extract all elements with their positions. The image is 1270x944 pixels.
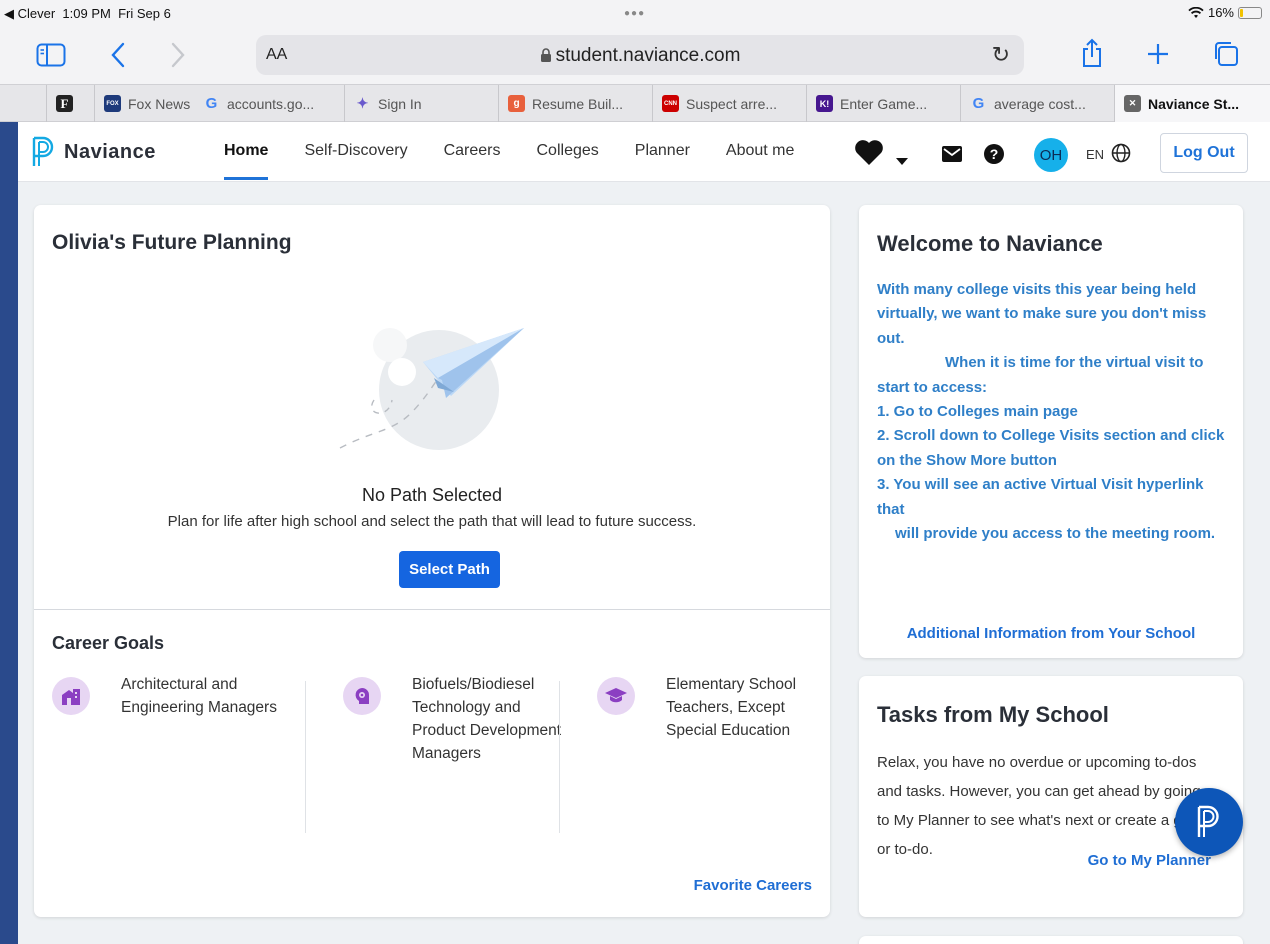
welcome-line: 3. You will see an active Virtual Visit … [877, 476, 1204, 518]
nav-colleges[interactable]: Colleges [537, 122, 599, 182]
tab-naviance[interactable]: ✕ Naviance St... [1114, 85, 1270, 122]
select-path-button[interactable]: Select Path [399, 551, 500, 588]
wifi-icon [1188, 6, 1204, 18]
battery-percent: 16% [1207, 5, 1234, 20]
career-goal-label: Biofuels/Biodiesel Technology and Produc… [412, 676, 562, 762]
next-card [859, 936, 1243, 944]
status-bar: ◀ Clever 1:09 PM Fri Sep 6 ●●● 16% [0, 0, 1270, 26]
additional-info-link[interactable]: Additional Information from Your School [859, 625, 1243, 642]
back-to-app-link[interactable]: ◀ Clever [4, 6, 55, 21]
close-tab-icon[interactable]: ✕ [1124, 95, 1141, 112]
divider [305, 681, 306, 833]
tab-kahoot[interactable]: K! Enter Game... [806, 85, 960, 122]
browser-toolbar: AA student.naviance.com ↻ [0, 26, 1270, 84]
welcome-message: With many college visits this year being… [877, 278, 1229, 546]
paper-plane-illustration-icon [339, 328, 524, 450]
no-path-title: No Path Selected [361, 485, 503, 505]
tasks-message: Relax, you have no overdue or upcoming t… [877, 754, 1202, 858]
browser-tab-bar: F FOX Fox News G accounts.go... ✦ Sign I… [0, 84, 1270, 122]
naviance-p-logo-icon [32, 136, 54, 166]
welcome-line: 2. Scroll down to College Visits section… [877, 427, 1225, 469]
f-favicon-icon: F [56, 95, 73, 112]
tab-cnn[interactable]: CNN Suspect arre... [652, 85, 806, 122]
welcome-line: 1. Go to Colleges main page [877, 403, 1078, 421]
tasks-title: Tasks from My School [877, 702, 1109, 727]
share-icon[interactable] [1081, 38, 1103, 68]
google-favicon-icon: G [205, 95, 218, 112]
resume-favicon-icon: g [508, 95, 525, 112]
naviance-p-logo-icon [1197, 805, 1219, 837]
help-icon[interactable]: ? [984, 144, 1004, 164]
nav-about-me[interactable]: About me [726, 122, 794, 182]
career-goal-label: Architectural and Engineering Managers [121, 676, 277, 716]
status-date: Fri Sep 6 [118, 6, 171, 21]
tab-accounts-google[interactable]: G accounts.go... [194, 85, 344, 122]
nav-self-discovery[interactable]: Self-Discovery [304, 122, 407, 182]
site-header: Naviance Home Self-Discovery Careers Col… [18, 122, 1270, 182]
globe-icon[interactable] [1111, 143, 1131, 163]
url-text: student.naviance.com [555, 45, 741, 66]
future-planning-card: Olivia's Future Planning No Path Selecte… [34, 205, 830, 917]
language-label[interactable]: EN [1086, 147, 1104, 162]
future-planning-title: Olivia's Future Planning [52, 231, 292, 254]
graduation-cap-icon [597, 677, 635, 715]
welcome-line: When it is time for the virtual visit to… [877, 354, 1204, 396]
reload-icon[interactable]: ↻ [992, 42, 1010, 68]
sign-in-favicon-icon: ✦ [356, 95, 369, 111]
welcome-line: With many college visits this year being… [877, 281, 1207, 347]
lock-icon [540, 48, 551, 62]
sidebar-icon[interactable] [36, 43, 66, 67]
kahoot-favicon-icon: K! [816, 95, 833, 112]
avatar[interactable]: OH [1034, 138, 1068, 172]
gear-head-icon [343, 677, 381, 715]
brand-name: Naviance [64, 140, 156, 163]
main-nav: Home Self-Discovery Careers Colleges Pla… [224, 122, 830, 182]
welcome-line: will provide you access to the meeting r… [895, 525, 1216, 543]
tab-resume-builder[interactable]: g Resume Buil... [498, 85, 652, 122]
go-to-planner-link[interactable]: Go to My Planner [1088, 852, 1211, 869]
fox-news-favicon-icon: FOX [104, 95, 121, 112]
cnn-favicon-icon: CNN [662, 95, 679, 112]
svg-text:?: ? [990, 146, 999, 162]
tab-average-cost[interactable]: G average cost... [960, 85, 1114, 122]
address-bar[interactable]: AA student.naviance.com ↻ [256, 35, 1024, 75]
dashboard: Olivia's Future Planning No Path Selecte… [18, 182, 1270, 944]
status-time: 1:09 PM [62, 6, 111, 21]
favorite-careers-link[interactable]: Favorite Careers [694, 877, 812, 894]
career-goal-label: Elementary School Teachers, Except Speci… [666, 676, 797, 739]
new-tab-plus-icon[interactable] [1146, 42, 1170, 66]
welcome-card: Welcome to Naviance With many college vi… [859, 205, 1243, 658]
building-icon [52, 677, 90, 715]
chevron-down-icon[interactable] [896, 158, 908, 166]
nav-home[interactable]: Home [224, 122, 269, 182]
battery-icon [1238, 6, 1262, 19]
favorites-heart-icon[interactable] [854, 138, 884, 166]
divider [34, 609, 830, 610]
tab-fox-news[interactable]: FOX Fox News [94, 85, 194, 122]
naviance-logo[interactable]: Naviance [30, 136, 156, 168]
forward-arrow-icon[interactable] [170, 42, 186, 68]
tab-pinned-f[interactable]: F [46, 85, 94, 122]
multitask-dots-icon[interactable]: ●●● [624, 8, 645, 19]
log-out-button[interactable]: Log Out [1160, 133, 1248, 173]
career-goals-title: Career Goals [52, 633, 165, 653]
divider [559, 681, 560, 833]
tab-sign-in[interactable]: ✦ Sign In [344, 85, 498, 122]
nav-planner[interactable]: Planner [635, 122, 690, 182]
nav-careers[interactable]: Careers [444, 122, 501, 182]
google-favicon-icon: G [972, 95, 985, 112]
tabs-overview-icon[interactable] [1212, 40, 1240, 68]
mail-icon[interactable] [942, 146, 962, 162]
no-path-description: Plan for life after high school and sele… [167, 513, 697, 530]
back-arrow-icon[interactable] [110, 42, 126, 68]
naviance-help-fab-button[interactable] [1175, 788, 1243, 856]
welcome-title: Welcome to Naviance [877, 231, 1103, 256]
